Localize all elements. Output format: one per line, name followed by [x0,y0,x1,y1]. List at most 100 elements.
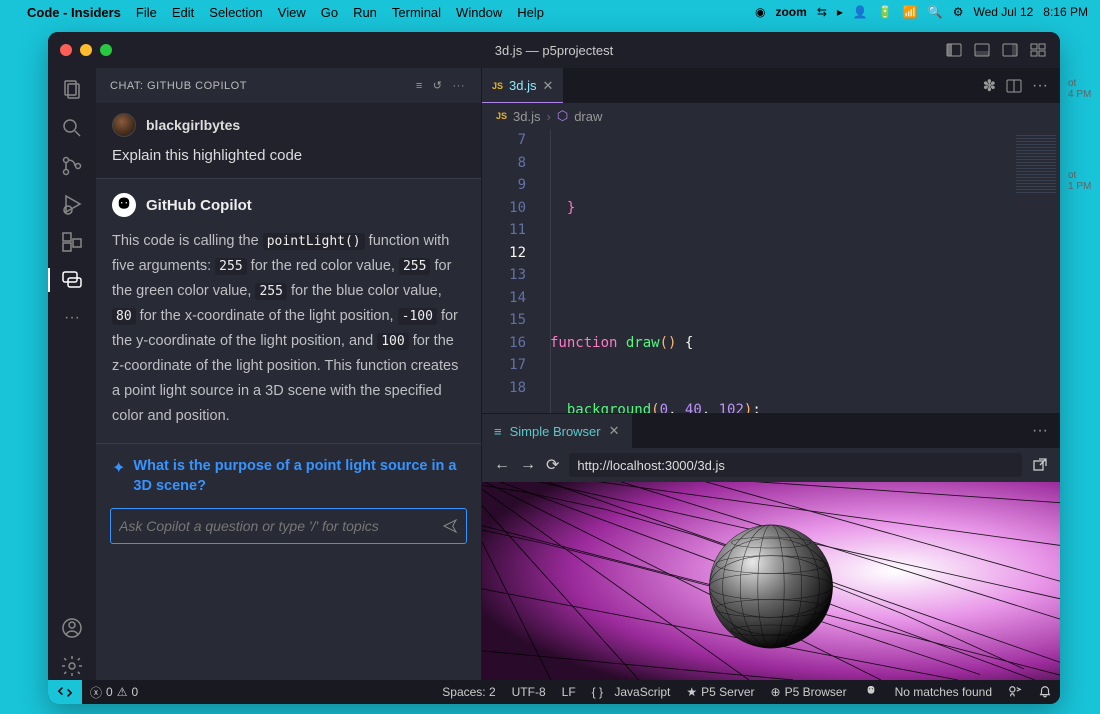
chat-input[interactable] [110,508,467,544]
menubar-time[interactable]: 8:16 PM [1043,5,1088,19]
status-problems[interactable]: ⓧ0 ⚠0 [82,684,146,701]
simple-browser-panel: ≡ Simple Browser ✕ ··· ← → ⟳ http://loca… [482,413,1060,680]
wifi-icon[interactable]: 📶 [903,5,918,19]
code-content[interactable]: } function draw() { background(0, 40, 10… [540,129,1012,413]
sparkle-icon: ✦ [112,458,125,478]
browser-viewport [482,482,1060,680]
chat-sidebar: CHAT: GITHUB COPILOT ≡ ↺ ··· blackgirlby… [96,68,482,680]
globe-icon: ⊕ [771,685,781,699]
error-icon: ⓧ [90,684,102,701]
layout-sidebar-right-icon[interactable] [1000,40,1020,60]
layout-sidebar-left-icon[interactable] [944,40,964,60]
menubar-date[interactable]: Wed Jul 12 [973,5,1033,19]
suggestion-text[interactable]: What is the purpose of a point light sou… [133,456,465,497]
status-encoding[interactable]: UTF-8 [504,685,554,699]
menu-extra-1-icon[interactable]: ⇆ [817,5,827,19]
status-feedback-icon[interactable] [1000,685,1030,699]
browser-toolbar: ← → ⟳ http://localhost:3000/3d.js [482,448,1060,482]
send-icon[interactable] [442,518,458,534]
menubar-app-name[interactable]: Code - Insiders [27,5,121,20]
status-p5server[interactable]: ★P5 Server [678,685,762,699]
status-bell-icon[interactable] [1030,685,1060,699]
tab-3d-js[interactable]: JS 3d.js ✕ [482,68,564,103]
more-icon[interactable]: ··· [58,304,86,332]
user-icon[interactable]: 👤 [853,5,868,19]
control-center-icon[interactable]: ⚙ [953,5,964,19]
chat-copilot-message: GitHub Copilot This code is calling the … [96,179,481,443]
tab-close-icon[interactable]: ✕ [609,423,620,439]
chat-header-title: CHAT: GITHUB COPILOT [110,80,406,92]
copilot-name: GitHub Copilot [146,197,252,214]
editor-group: JS 3d.js ✕ ✽ ··· JS 3d.js › ⬡ draw [482,68,1060,680]
menu-selection[interactable]: Selection [209,5,262,20]
minimap[interactable] [1012,129,1060,413]
code-editor[interactable]: 7 8 9 10 11 12 13 14 15 16 17 18 } [482,129,1060,413]
forward-icon[interactable]: → [520,456,536,474]
accounts-icon[interactable] [58,614,86,642]
close-window-button[interactable] [60,44,72,56]
status-spaces[interactable]: Spaces: 2 [434,685,503,699]
layout-panel-icon[interactable] [972,40,992,60]
breadcrumb-file[interactable]: 3d.js [513,109,540,124]
copilot-toolbar-icon[interactable]: ✽ [983,76,996,96]
battery-icon[interactable]: 🔋 [878,5,893,19]
status-language[interactable]: { } JavaScript [584,685,679,699]
settings-gear-icon[interactable] [58,652,86,680]
zoom-window-button[interactable] [100,44,112,56]
extensions-icon[interactable] [58,228,86,256]
rendered-sphere [709,525,832,648]
record-icon[interactable]: ◉ [755,5,765,19]
open-external-icon[interactable] [1032,457,1048,473]
window-title: 3d.js — p5projectest [48,43,1060,58]
star-icon: ★ [686,685,697,699]
menu-terminal[interactable]: Terminal [392,5,441,20]
status-copilot[interactable] [855,684,887,700]
menu-edit[interactable]: Edit [172,5,194,20]
menu-window[interactable]: Window [456,5,502,20]
desktop-notifications-peek: ot 4 PM ot 1 PM [1068,78,1094,192]
menu-go[interactable]: Go [321,5,338,20]
chat-more-icon[interactable]: ··· [453,80,466,92]
customize-layout-icon[interactable] [1028,40,1048,60]
status-eol[interactable]: LF [554,685,584,699]
warning-icon: ⚠ [117,685,128,699]
editor-more-icon[interactable]: ··· [1032,77,1048,95]
menu-view[interactable]: View [278,5,306,20]
search-icon[interactable] [58,114,86,142]
back-icon[interactable]: ← [494,456,510,474]
breadcrumb-symbol[interactable]: draw [574,109,602,124]
chat-user-text: Explain this highlighted code [112,147,465,164]
menu-run[interactable]: Run [353,5,377,20]
js-file-icon: JS [496,111,507,121]
play-icon[interactable]: ▸ [837,5,843,19]
url-text: http://localhost:3000/3d.js [577,458,724,473]
menu-help[interactable]: Help [517,5,544,20]
macos-menubar: Code - Insiders File Edit Selection View… [0,0,1100,24]
chat-icon[interactable] [58,266,86,294]
status-p5browser[interactable]: ⊕P5 Browser [763,685,855,699]
tab-label: 3d.js [509,78,536,93]
remote-indicator[interactable] [48,680,82,704]
list-icon: ≡ [494,424,502,439]
menu-file[interactable]: File [136,5,157,20]
run-debug-icon[interactable] [58,190,86,218]
split-editor-icon[interactable] [1006,78,1022,94]
reload-icon[interactable]: ⟳ [546,455,559,475]
browser-more-icon[interactable]: ··· [1032,422,1048,440]
search-icon[interactable]: 🔍 [928,5,943,19]
status-search[interactable]: No matches found [887,685,1000,699]
zoom-status[interactable]: zoom [775,5,806,19]
tab-close-icon[interactable]: ✕ [542,78,553,94]
minimize-window-button[interactable] [80,44,92,56]
chat-list-icon[interactable]: ≡ [416,80,423,92]
user-avatar [112,113,136,137]
tab-simple-browser[interactable]: ≡ Simple Browser ✕ [482,414,632,448]
chat-input-field[interactable] [119,518,442,534]
url-bar[interactable]: http://localhost:3000/3d.js [569,453,1022,477]
js-file-icon: JS [492,81,503,91]
chat-suggestion[interactable]: ✦ What is the purpose of a point light s… [96,443,481,509]
explorer-icon[interactable] [58,76,86,104]
chat-history-icon[interactable]: ↺ [433,79,443,92]
source-control-icon[interactable] [58,152,86,180]
breadcrumb-bar[interactable]: JS 3d.js › ⬡ draw [482,103,1060,129]
